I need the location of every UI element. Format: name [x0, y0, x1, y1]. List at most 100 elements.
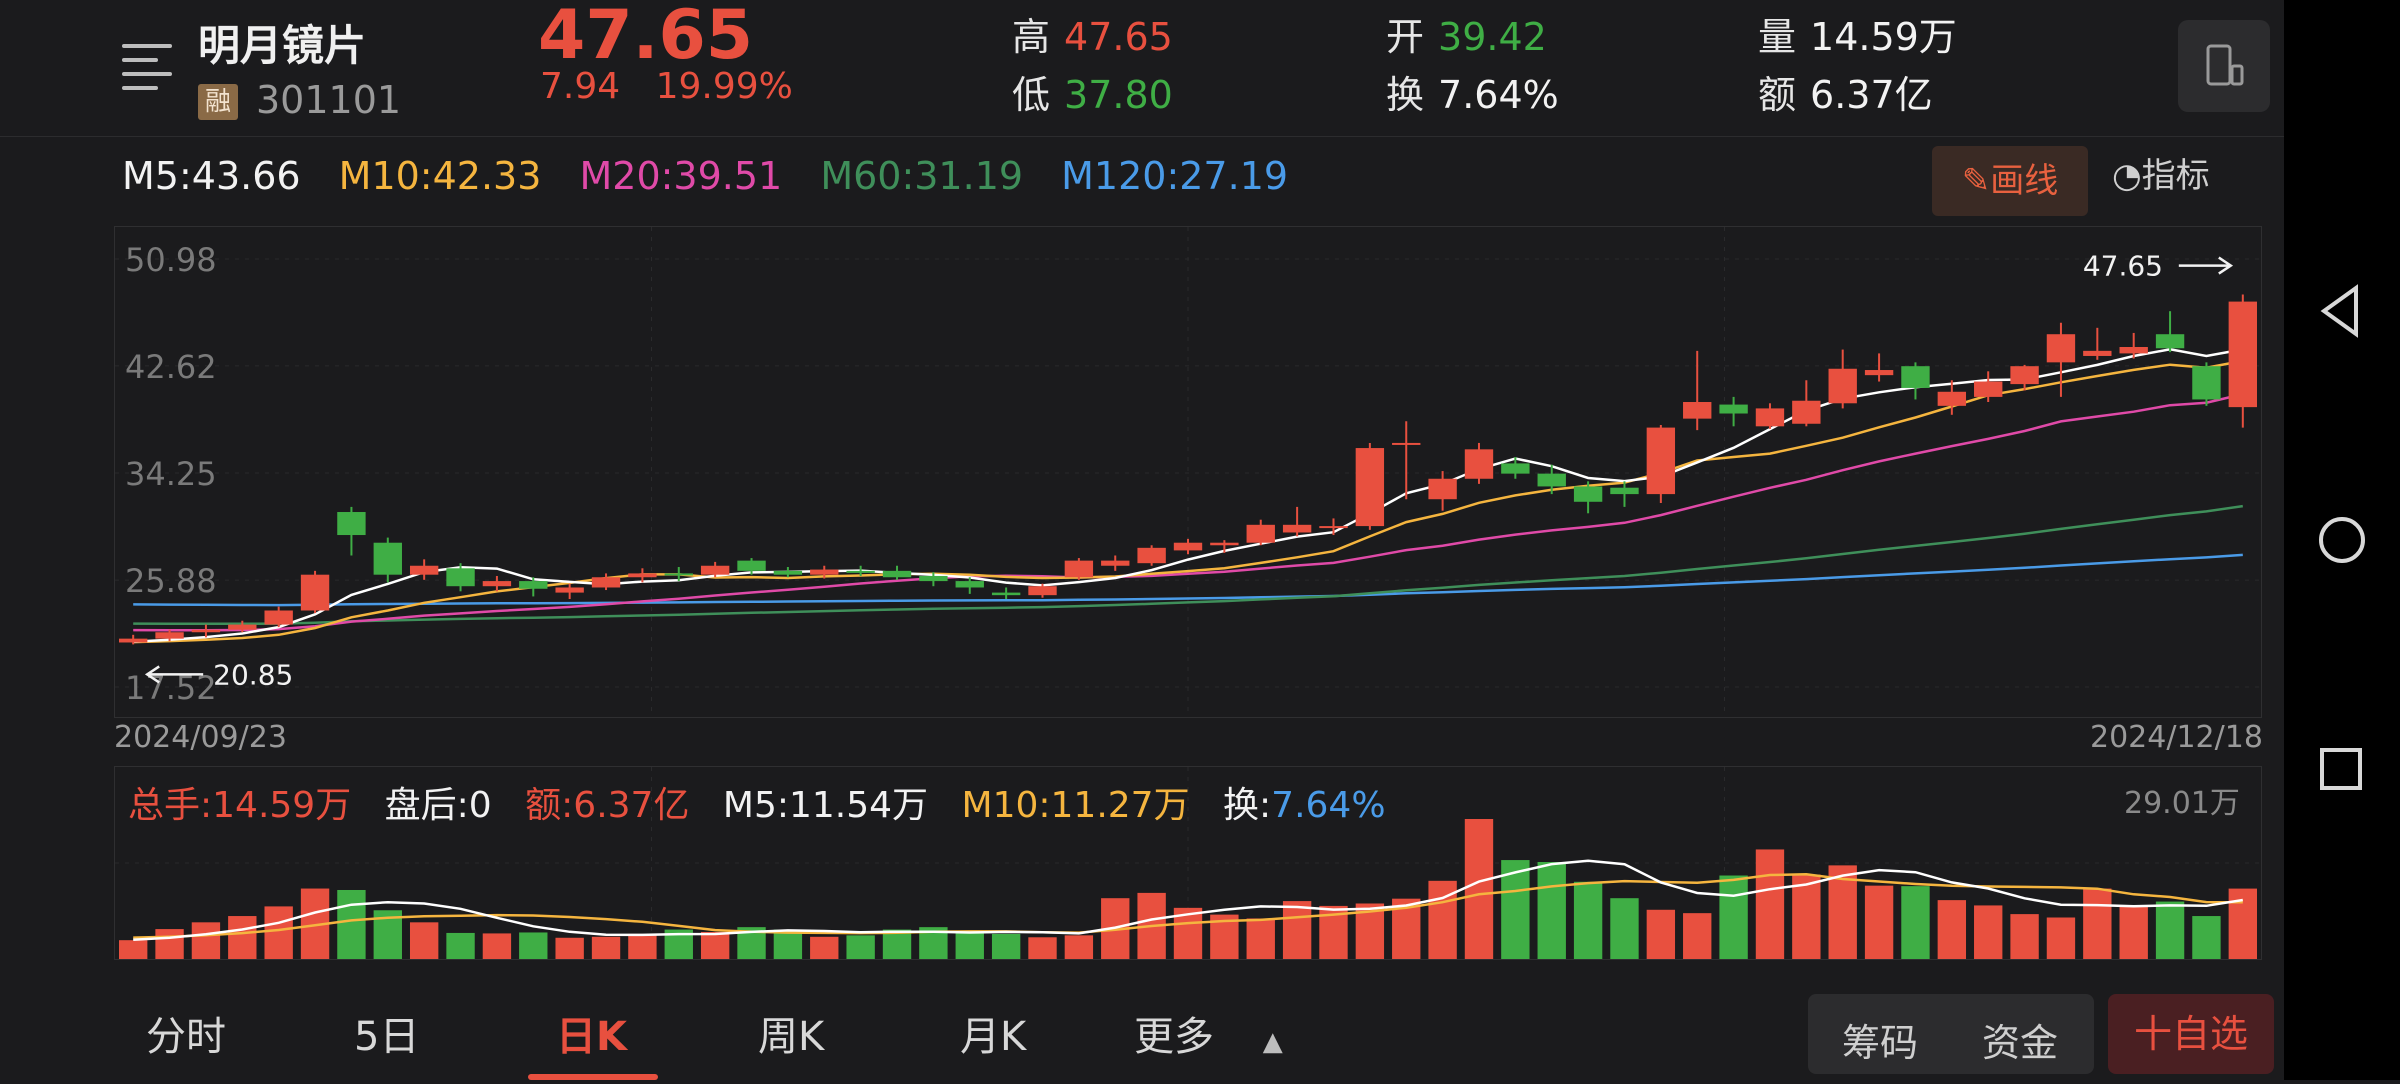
volume-bar	[1901, 886, 1930, 959]
candle	[1428, 471, 1457, 511]
candle	[2046, 322, 2076, 397]
candle	[1646, 425, 1676, 504]
volume-bar	[628, 933, 657, 959]
candle	[1719, 396, 1748, 427]
home-icon[interactable]	[2319, 517, 2365, 563]
landscape-toggle-button[interactable]	[2178, 20, 2270, 112]
candle	[1901, 362, 1930, 400]
volume-bar	[446, 932, 475, 959]
y-tick-label: 42.62	[125, 348, 217, 386]
candle	[409, 559, 439, 580]
volume-amount: 额:6.37亿	[525, 785, 690, 826]
tab-more[interactable]: 更多 ▲	[1134, 1004, 1283, 1062]
system-navbar	[2284, 0, 2400, 1080]
volume-bar	[1974, 905, 2003, 959]
volume-bar	[1864, 885, 1894, 959]
capital-button[interactable]: 资金	[1982, 1012, 2058, 1067]
volume-bar	[1683, 913, 1712, 959]
volume-bar	[2155, 901, 2185, 959]
candle	[1392, 421, 1421, 500]
stat-low: 低 37.80	[1012, 73, 1173, 117]
volume-bar	[1064, 935, 1094, 959]
ma-legend: M5:43.66 M10:42.33 M20:39.51 M60:31.19 M…	[122, 154, 1314, 198]
tab-daily-k[interactable]: 日K	[556, 1004, 627, 1062]
change-value: 7.94	[540, 66, 621, 107]
tab-monthly-k[interactable]: 月K	[960, 1004, 1026, 1062]
candle	[1464, 442, 1494, 484]
vol-turnover-value: 7.64%	[1271, 785, 1386, 826]
draw-line-button[interactable]: ✎画线	[1932, 146, 2088, 216]
candle	[1792, 380, 1821, 427]
stat-amount: 额 6.37亿	[1758, 73, 1933, 117]
ma120-label: M120:27.19	[1061, 154, 1289, 198]
volume-bar	[337, 889, 366, 959]
back-icon[interactable]	[2320, 284, 2358, 338]
phone-rotate-icon	[2206, 44, 2244, 86]
ma60-line	[133, 504, 2243, 626]
volume-bar	[1246, 918, 1275, 959]
chips-button[interactable]: 筹码	[1842, 1012, 1918, 1067]
gauge-icon: ◔	[2112, 156, 2142, 196]
volume-bar	[264, 906, 293, 959]
volume-bar	[555, 937, 584, 959]
stat-turnover: 换 7.64%	[1386, 73, 1559, 117]
tab-weekly-k[interactable]: 周K	[758, 1004, 824, 1062]
candle	[1683, 350, 1712, 431]
candlestick-chart[interactable]: 50.9842.6234.2525.8817.5247.6520.85	[114, 226, 2262, 718]
max-price-label: 47.65	[2083, 250, 2163, 283]
analysis-buttons: 筹码 资金	[1808, 994, 2094, 1074]
max-arrow-icon	[2178, 256, 2234, 275]
volume-bar	[1719, 875, 1748, 959]
volume-bar	[228, 916, 257, 959]
pencil-icon: ✎	[1961, 161, 1991, 201]
candle	[555, 583, 584, 599]
stock-name: 明月镜片	[198, 21, 367, 70]
total-volume: 总手:14.59万	[128, 785, 352, 826]
candle	[1355, 442, 1385, 530]
tab-minute[interactable]: 分时	[146, 1004, 226, 1062]
vol-m5: M5:11.54万	[722, 785, 929, 826]
volume-bar	[409, 922, 439, 959]
volume-bar	[810, 936, 839, 959]
start-date: 2024/09/23	[114, 720, 287, 755]
volume-bar	[2119, 905, 2148, 959]
add-watchlist-button[interactable]: 十自选	[2108, 994, 2274, 1074]
change-pct: 19.99%	[655, 66, 793, 107]
candle	[2228, 294, 2257, 428]
after-hours: 盘后:0	[384, 785, 492, 826]
candle	[1755, 403, 1785, 429]
volume-bar	[119, 940, 148, 959]
candle	[1828, 349, 1857, 409]
candle	[264, 606, 293, 628]
volume-bar	[955, 933, 984, 959]
volume-bar	[591, 936, 621, 959]
current-price: 47.65	[538, 0, 754, 75]
volume-bar	[2083, 888, 2112, 959]
volume-bar	[519, 932, 548, 959]
volume-bar	[1646, 909, 1676, 959]
stock-code: 301101	[256, 78, 402, 122]
candle	[2155, 311, 2185, 353]
volume-legend: 总手:14.59万 盘后:0 额:6.37亿 M5:11.54万 M10:11.…	[128, 776, 1408, 828]
menu-icon[interactable]	[122, 44, 172, 90]
volume-bar	[700, 931, 730, 959]
candle	[2083, 327, 2112, 360]
candle	[1101, 555, 1130, 571]
recents-icon[interactable]	[2320, 748, 2362, 790]
y-tick-label: 34.25	[125, 455, 217, 493]
volume-bar	[1028, 937, 1057, 959]
candle	[991, 587, 1021, 599]
volume-bar	[191, 922, 221, 959]
volume-bar	[773, 929, 803, 959]
candle	[1137, 545, 1166, 566]
candle	[773, 567, 803, 578]
candle	[337, 506, 366, 556]
end-date: 2024/12/18	[2090, 720, 2263, 755]
volume-bar	[846, 935, 875, 959]
caret-up-icon: ▲	[1262, 1027, 1283, 1057]
tab-5day[interactable]: 5日	[354, 1004, 419, 1062]
ma10-label: M10:42.33	[338, 154, 542, 198]
volume-bar	[1573, 881, 1603, 959]
margin-badge: 融	[198, 84, 238, 120]
indicator-button[interactable]: ◔指标	[2112, 148, 2210, 197]
